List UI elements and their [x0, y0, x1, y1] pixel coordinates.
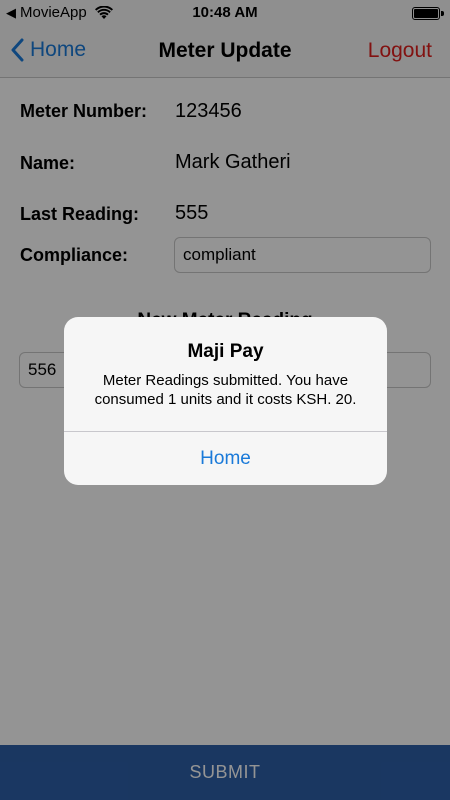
- alert-message: Meter Readings submitted. You have consu…: [94, 372, 357, 408]
- alert-title: Maji Pay: [187, 341, 264, 362]
- alert-home-button[interactable]: Home: [64, 432, 387, 485]
- alert-dialog: Maji Pay Meter Readings submitted. You h…: [64, 317, 387, 485]
